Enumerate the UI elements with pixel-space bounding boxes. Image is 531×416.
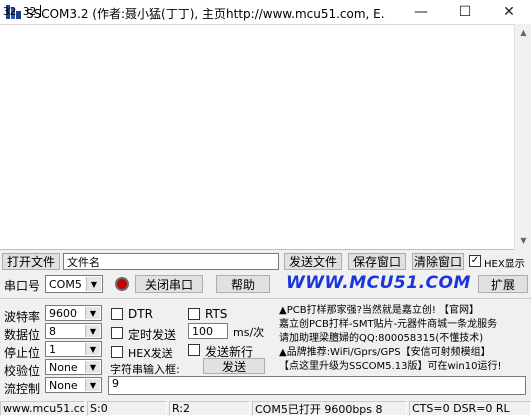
receive-area[interactable] <box>0 24 531 250</box>
filename-input[interactable]: 文件名 <box>63 253 279 270</box>
baud-value: 9600 <box>49 306 77 320</box>
ad-line[interactable]: 嘉立创PCB打样-SMT贴片-元器件商城一条龙服务 <box>279 315 529 330</box>
chevron-down-icon: ▼ <box>85 325 100 337</box>
send-button[interactable]: 发送 <box>203 358 265 374</box>
ad-line[interactable]: ▲品牌推荐:WiFi/Gprs/GPS【安信可射频模组】 <box>279 343 529 358</box>
send-file-button[interactable]: 发送文件 <box>284 253 342 270</box>
dtr-label: DTR <box>128 307 153 321</box>
interval-unit-label: ms/次 <box>233 326 265 339</box>
flow-value: None <box>49 378 78 392</box>
receive-text: 32 32 <box>3 5 37 18</box>
text-caret <box>40 5 41 17</box>
port-value: COM5 <box>49 277 82 291</box>
string-input-label: 字符串输入框: <box>110 363 180 376</box>
stopbits-label: 停止位 <box>4 346 41 360</box>
window-title: SSCOM3.2 (作者:聂小猛(丁丁), 主页http://www.mcu51… <box>26 7 386 21</box>
timed-send-label: 定时发送 <box>128 328 177 342</box>
ad-panel: ▲PCB打样那家强?当然就是嘉立创! 【官网】 嘉立创PCB打样-SMT贴片-元… <box>279 301 529 374</box>
scroll-up-icon[interactable]: ▲ <box>515 24 531 41</box>
close-button[interactable]: ✕ <box>487 0 531 24</box>
databits-value: 8 <box>49 324 56 338</box>
stopbits-value: 1 <box>49 342 56 356</box>
ad-line[interactable]: 【点这里升级为SSCOM5.13版】可在win10运行! <box>279 357 529 372</box>
status-port-state: COM5已打开 9600bps 8 <box>252 401 407 416</box>
flow-label: 流控制 <box>4 382 41 396</box>
chevron-down-icon: ▼ <box>85 343 100 355</box>
parity-select[interactable]: None ▼ <box>45 359 102 375</box>
port-select[interactable]: COM5 ▼ <box>45 275 103 293</box>
databits-label: 数据位 <box>4 328 41 342</box>
dtr-checkbox[interactable] <box>111 308 123 320</box>
status-sent-count: S:0 <box>87 401 167 416</box>
hex-send-checkbox[interactable] <box>111 346 123 358</box>
rts-checkbox[interactable] <box>188 308 200 320</box>
flow-select[interactable]: None ▼ <box>45 377 102 393</box>
website-logo[interactable]: WWW.MCU51.COM <box>286 273 471 293</box>
port-label: 串口号 <box>4 279 41 293</box>
help-button[interactable]: 帮助 <box>216 275 270 293</box>
maximize-button[interactable]: ☐ <box>443 0 487 24</box>
databits-select[interactable]: 8 ▼ <box>45 323 102 339</box>
status-website: www.mcu51.cor <box>0 401 85 416</box>
status-received-count: R:2 <box>169 401 250 416</box>
baud-select[interactable]: 9600 ▼ <box>45 305 102 321</box>
baud-label: 波特率 <box>4 310 41 324</box>
save-window-button[interactable]: 保存窗口 <box>348 253 406 270</box>
port-status-indicator-icon <box>115 277 129 291</box>
timed-send-checkbox[interactable] <box>111 327 123 339</box>
open-file-button[interactable]: 打开文件 <box>2 253 60 270</box>
hex-send-label: HEX发送 <box>128 347 173 360</box>
minimize-button[interactable]: — <box>399 0 443 24</box>
rts-label: RTS <box>205 307 228 321</box>
clear-window-button[interactable]: 清除窗口 <box>412 253 464 270</box>
ad-line[interactable]: ▲PCB打样那家强?当然就是嘉立创! 【官网】 <box>279 301 529 316</box>
interval-input[interactable]: 100 <box>188 323 228 339</box>
hex-display-checkbox[interactable]: ✓ <box>469 255 481 267</box>
ad-line[interactable]: 请加助理梁膻婦的QQ:800058315(不懂技术) <box>279 329 529 344</box>
chevron-down-icon: ▼ <box>85 379 100 391</box>
stopbits-select[interactable]: 1 ▼ <box>45 341 102 357</box>
send-newline-checkbox[interactable] <box>188 344 200 356</box>
close-port-button[interactable]: 关闭串口 <box>135 275 203 293</box>
chevron-down-icon: ▼ <box>85 361 100 373</box>
chevron-down-icon: ▼ <box>86 277 101 291</box>
parity-label: 校验位 <box>4 364 41 378</box>
vertical-scrollbar[interactable]: ▲ ▼ <box>514 24 531 250</box>
scroll-down-icon[interactable]: ▼ <box>515 232 531 249</box>
status-signals: CTS=0 DSR=0 RL <box>409 401 531 416</box>
parity-value: None <box>49 360 78 374</box>
string-input[interactable]: 9 <box>108 376 526 395</box>
divider <box>0 298 531 299</box>
hex-display-label: HEX显示 <box>484 259 525 270</box>
chevron-down-icon: ▼ <box>85 307 100 319</box>
expand-button[interactable]: 扩展 <box>478 275 528 293</box>
